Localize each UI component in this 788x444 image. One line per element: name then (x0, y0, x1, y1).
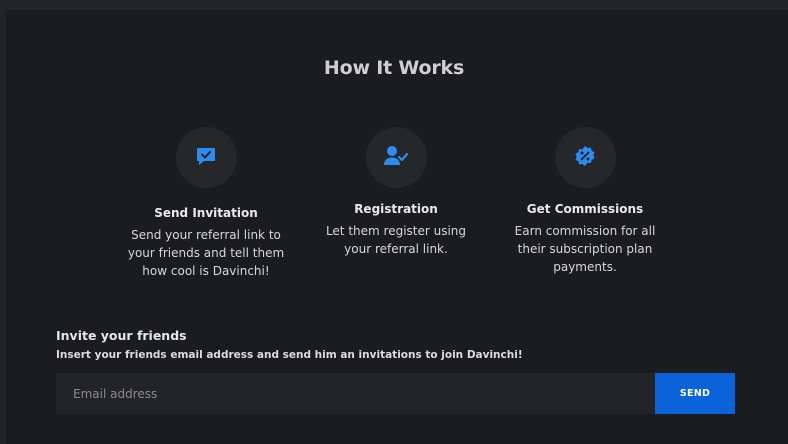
step-desc-line: Earn commission for all (514, 224, 656, 238)
step-desc-line: your referral link. (344, 242, 448, 256)
step-send-invitation: Send Invitation Send your referral link … (116, 127, 296, 280)
step-registration: Registration Let them register using you… (306, 127, 486, 258)
step-desc-line: their subscription plan (517, 242, 653, 256)
step-get-commissions: Get Commissions Earn commission for all … (495, 127, 675, 276)
step-description: Let them register using your referral li… (306, 222, 486, 258)
step-desc-line: how cool is Davinchi! (142, 264, 270, 278)
step-icon-circle (365, 127, 427, 188)
step-icon-circle (175, 127, 237, 188)
chat-check-icon (195, 145, 217, 171)
send-button[interactable]: SEND (655, 373, 735, 414)
step-desc-line: your friends and tell them (127, 246, 285, 260)
step-description: Earn commission for all their subscripti… (495, 222, 675, 276)
step-title: Get Commissions (526, 202, 644, 216)
section-title: How It Works (323, 57, 465, 79)
step-desc-line: Send your referral link to (131, 228, 281, 242)
step-desc-line: payments. (553, 260, 617, 274)
step-title: Registration (354, 202, 438, 216)
email-input[interactable] (56, 373, 655, 414)
invite-subtitle: Insert your friends email address and se… (56, 349, 523, 361)
invite-title: Invite your friends (56, 328, 187, 343)
step-title: Send Invitation (154, 206, 258, 220)
percent-badge-icon (574, 145, 596, 171)
step-icon-circle (554, 127, 616, 188)
user-check-icon (383, 145, 409, 171)
step-desc-line: Let them register using (325, 224, 467, 238)
step-description: Send your referral link to your friends … (116, 226, 296, 280)
